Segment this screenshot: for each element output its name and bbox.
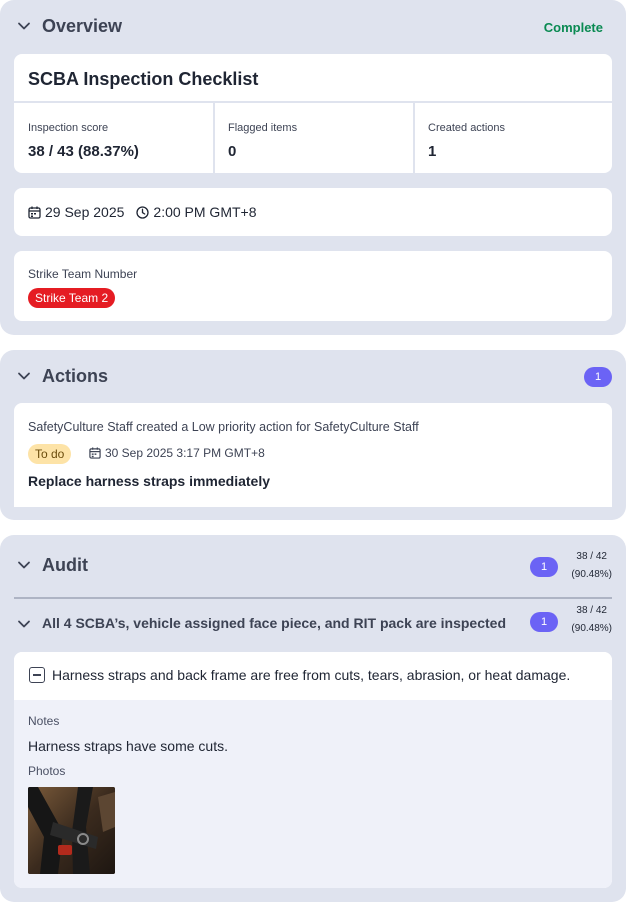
actions-count-badge: 1 bbox=[584, 367, 612, 387]
chevron-down-icon[interactable] bbox=[17, 19, 31, 33]
subsection-count-badge: 1 bbox=[530, 612, 558, 632]
action-card[interactable]: SafetyCulture Staff created a Low priori… bbox=[14, 403, 612, 507]
divider bbox=[14, 597, 612, 599]
audit-score-percent: (90.48%) bbox=[571, 569, 612, 580]
inspection-time: 2:00 PM GMT+8 bbox=[153, 204, 257, 220]
stat-label: Flagged items bbox=[228, 122, 298, 134]
strike-team-card: Strike Team Number Strike Team 2 bbox=[14, 251, 612, 321]
audit-item-card: Harness straps and back frame are free f… bbox=[14, 652, 612, 888]
strike-team-pill: Strike Team 2 bbox=[28, 288, 116, 308]
overview-section: Overview Complete SCBA Inspection Checkl… bbox=[0, 0, 626, 335]
action-description: SafetyCulture Staff created a Low priori… bbox=[28, 420, 419, 434]
stat-flagged-items: Flagged items 0 bbox=[214, 103, 413, 173]
minus-square-icon[interactable] bbox=[29, 667, 45, 683]
strike-team-label: Strike Team Number bbox=[28, 267, 138, 281]
chevron-down-icon[interactable] bbox=[17, 558, 31, 572]
harness-photo-thumbnail[interactable] bbox=[28, 787, 115, 874]
overview-header[interactable]: Overview bbox=[0, 6, 626, 46]
audit-score-value: 38 / 42 bbox=[576, 551, 607, 562]
subsection-score: 38 / 42 (90.48%) bbox=[571, 602, 612, 638]
notes-text: Harness straps have some cuts. bbox=[28, 738, 228, 754]
clock-icon bbox=[136, 205, 150, 219]
subsection-score-value: 38 / 42 bbox=[576, 605, 607, 616]
audit-item-details: Notes Harness straps have some cuts. Pho… bbox=[14, 700, 612, 888]
audit-title: Audit bbox=[42, 554, 88, 575]
stat-inspection-score: Inspection score 38 / 43 (88.37%) bbox=[14, 103, 213, 173]
action-status-pill: To do bbox=[28, 444, 72, 464]
audit-score: 38 / 42 (90.48%) bbox=[571, 548, 612, 584]
overview-title: Overview bbox=[42, 15, 123, 36]
action-due-date: 30 Sep 2025 3:17 PM GMT+8 bbox=[105, 446, 265, 460]
inspection-summary-card: SCBA Inspection Checklist Inspection sco… bbox=[14, 54, 612, 173]
notes-label: Notes bbox=[28, 714, 60, 728]
action-title: Replace harness straps immediately bbox=[28, 473, 271, 489]
chevron-down-icon[interactable] bbox=[17, 617, 31, 631]
stat-value: 38 / 43 (88.37%) bbox=[28, 143, 139, 160]
audit-count-badge: 1 bbox=[530, 557, 558, 577]
inspection-title: SCBA Inspection Checklist bbox=[28, 69, 259, 89]
status-badge: Complete bbox=[543, 20, 603, 35]
actions-title: Actions bbox=[42, 365, 109, 386]
audit-item-question: Harness straps and back frame are free f… bbox=[52, 667, 571, 683]
calendar-icon bbox=[89, 447, 101, 459]
stat-label: Inspection score bbox=[28, 122, 109, 134]
stat-created-actions[interactable]: Created actions 1 bbox=[414, 103, 612, 173]
inspection-date: 29 Sep 2025 bbox=[45, 204, 125, 220]
chevron-down-icon[interactable] bbox=[17, 369, 31, 383]
stat-value: 0 bbox=[228, 143, 237, 160]
calendar-icon bbox=[28, 206, 41, 219]
subsection-title[interactable]: All 4 SCBA’s, vehicle assigned face piec… bbox=[42, 615, 506, 631]
action-due: 30 Sep 2025 3:17 PM GMT+8 bbox=[89, 446, 265, 460]
audit-item-header[interactable]: Harness straps and back frame are free f… bbox=[14, 652, 612, 700]
photos-label: Photos bbox=[28, 764, 66, 778]
photo-image bbox=[28, 787, 115, 874]
actions-header[interactable]: Actions bbox=[0, 356, 626, 396]
stat-label: Created actions bbox=[428, 122, 506, 134]
date-time-card: 29 Sep 2025 2:00 PM GMT+8 bbox=[14, 188, 612, 236]
stat-value: 1 bbox=[428, 143, 437, 160]
subsection-score-percent: (90.48%) bbox=[571, 623, 612, 634]
